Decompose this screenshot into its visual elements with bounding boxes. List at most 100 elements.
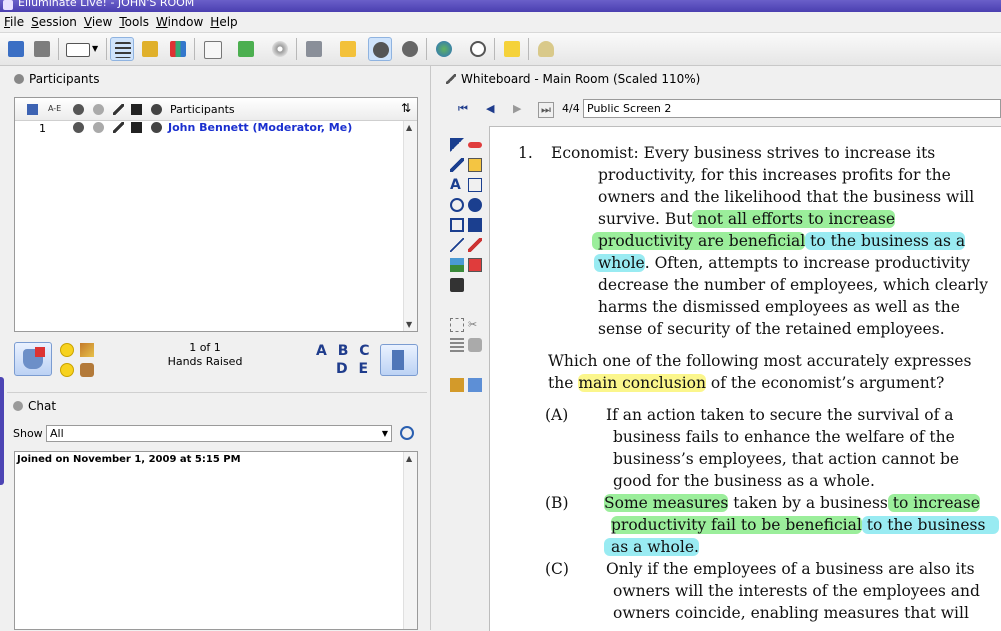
lock-button[interactable] <box>138 37 162 61</box>
next-page-button[interactable]: ▶ <box>513 102 521 115</box>
menu-session[interactable]: Session <box>27 12 80 29</box>
participant-number: 1 <box>39 122 46 135</box>
filled-rectangle-icon[interactable] <box>468 218 482 232</box>
passage-text: . Often, attempts to increase productivi… <box>644 254 970 272</box>
cut-icon[interactable]: ✂ <box>468 318 482 332</box>
text-tool-icon[interactable]: A <box>450 178 464 192</box>
image-icon[interactable] <box>450 258 464 272</box>
highlighter-icon[interactable] <box>468 158 482 172</box>
passage-line-3: owners and the likelihood that the busin… <box>598 188 975 206</box>
participants-panel-title: Participants <box>14 72 100 86</box>
green-highlight: Some measures <box>604 494 729 512</box>
last-page-button[interactable]: ⏭ <box>538 102 554 118</box>
line-icon[interactable] <box>450 238 464 252</box>
folder-button[interactable] <box>336 37 360 61</box>
answer-abc[interactable]: A B C <box>316 342 373 360</box>
show-filter-select[interactable]: All ▼ <box>46 425 392 442</box>
scroll-up-icon[interactable]: ▲ <box>406 123 412 132</box>
notes-button[interactable] <box>500 37 524 61</box>
clock-icon[interactable] <box>400 426 414 440</box>
camera-icon[interactable] <box>450 278 464 292</box>
smile-icon[interactable] <box>60 343 74 357</box>
green-highlight: to increase <box>887 494 980 512</box>
participant-row[interactable]: 1 John Bennett (Moderator, Me) <box>15 121 405 137</box>
print-button[interactable] <box>30 37 54 61</box>
menu-tools[interactable]: Tools <box>115 12 152 29</box>
pen-tool-icon[interactable] <box>450 158 464 172</box>
choice-b-line-2: productivity fail to be beneficial to th… <box>611 514 1000 536</box>
whiteboard-panel-title: Whiteboard - Main Room (Scaled 110%) <box>446 72 700 86</box>
choice-b-line-1: Some measures taken by a business to inc… <box>604 492 980 514</box>
app-icon <box>3 0 13 10</box>
save-button[interactable] <box>4 37 28 61</box>
sort-icon[interactable]: ⇅ <box>401 101 411 115</box>
hands-label: Hands Raised <box>167 355 243 368</box>
webcam-column-icon <box>151 104 162 115</box>
open-folder-icon[interactable] <box>450 378 464 392</box>
scroll-down-icon[interactable]: ▼ <box>406 320 412 329</box>
exit-button[interactable] <box>380 344 418 376</box>
previous-page-button[interactable]: ◀ <box>486 102 494 115</box>
view-participants-button[interactable] <box>110 37 134 61</box>
layout-dropdown[interactable]: ▼ <box>62 37 102 61</box>
answer-buttons[interactable]: A B C D E <box>316 342 373 378</box>
whiteboard-title: Whiteboard - Main Room (Scaled 110%) <box>461 72 701 86</box>
stem-line-1: Which one of the following most accurate… <box>548 352 972 370</box>
select-area-icon[interactable] <box>450 318 464 332</box>
text-box-icon[interactable] <box>468 178 482 192</box>
video-button[interactable] <box>368 37 392 61</box>
cd-button[interactable] <box>268 37 292 61</box>
green-highlight: productivity fail to be beneficial <box>611 516 862 534</box>
yellow-highlight: main conclusion <box>578 374 706 392</box>
confused-icon[interactable] <box>60 363 74 377</box>
cyan-highlight: as a whole. <box>604 538 699 556</box>
folder-icon <box>340 41 356 57</box>
main-toolbar: ▼ <box>0 33 1001 66</box>
align-icon[interactable] <box>450 338 464 352</box>
answer-de[interactable]: D E <box>316 360 373 378</box>
screen-settings-icon[interactable] <box>468 378 482 392</box>
load-button[interactable] <box>234 37 258 61</box>
participants-header: A-E Participants ⇅ <box>15 98 417 121</box>
webcam-icon <box>151 122 162 133</box>
whiteboard-pen-icon <box>446 74 456 84</box>
web-tour-button[interactable] <box>432 37 456 61</box>
rectangle-icon[interactable] <box>450 218 464 232</box>
screen-name-field[interactable]: Public Screen 2 <box>583 99 1001 118</box>
first-page-button[interactable]: ⏮ <box>458 102 468 116</box>
group-icon[interactable] <box>468 338 482 352</box>
eraser-icon[interactable] <box>468 142 482 148</box>
microphone-icon <box>73 122 84 133</box>
menu-view[interactable]: View <box>80 12 115 29</box>
exit-door-icon <box>392 350 404 370</box>
ellipse-icon[interactable] <box>450 198 464 212</box>
stats-button[interactable] <box>166 37 190 61</box>
whiteboard-canvas[interactable]: 1. Economist: Every business strives to … <box>489 126 1001 631</box>
thumbs-icon[interactable] <box>80 363 94 377</box>
video-settings-button[interactable] <box>398 37 422 61</box>
filled-ellipse-icon[interactable] <box>468 198 482 212</box>
timer-button[interactable] <box>466 37 490 61</box>
magic-wand-icon[interactable] <box>468 238 482 252</box>
menu-help[interactable]: Help <box>206 12 240 29</box>
settings-button[interactable] <box>302 37 326 61</box>
participants-scrollbar[interactable]: ▲ ▼ <box>403 121 417 331</box>
choice-a-line-1: If an action taken to secure the surviva… <box>606 406 954 424</box>
chat-log[interactable]: Joined on November 1, 2009 at 5:15 PM ▲ <box>14 451 418 630</box>
add-user-button[interactable] <box>534 37 558 61</box>
download-icon <box>238 41 254 57</box>
chat-column-icon <box>93 104 104 115</box>
applause-icon[interactable] <box>80 343 94 357</box>
globe-icon <box>436 41 452 57</box>
notepad-icon <box>504 41 520 57</box>
participants-list[interactable]: A-E Participants ⇅ 1 John Bennett (Moder… <box>14 97 418 332</box>
stamp-icon[interactable] <box>468 258 482 272</box>
chat-scrollbar[interactable]: ▲ <box>403 452 417 629</box>
scroll-up-icon[interactable]: ▲ <box>406 454 412 463</box>
menu-window[interactable]: Window <box>152 12 206 29</box>
pointer-icon[interactable] <box>450 138 464 152</box>
raise-hand-button[interactable] <box>14 342 52 376</box>
pen-icon <box>113 122 124 133</box>
menu-file[interactable]: File <box>0 12 27 29</box>
whiteboard-button[interactable] <box>200 37 224 61</box>
